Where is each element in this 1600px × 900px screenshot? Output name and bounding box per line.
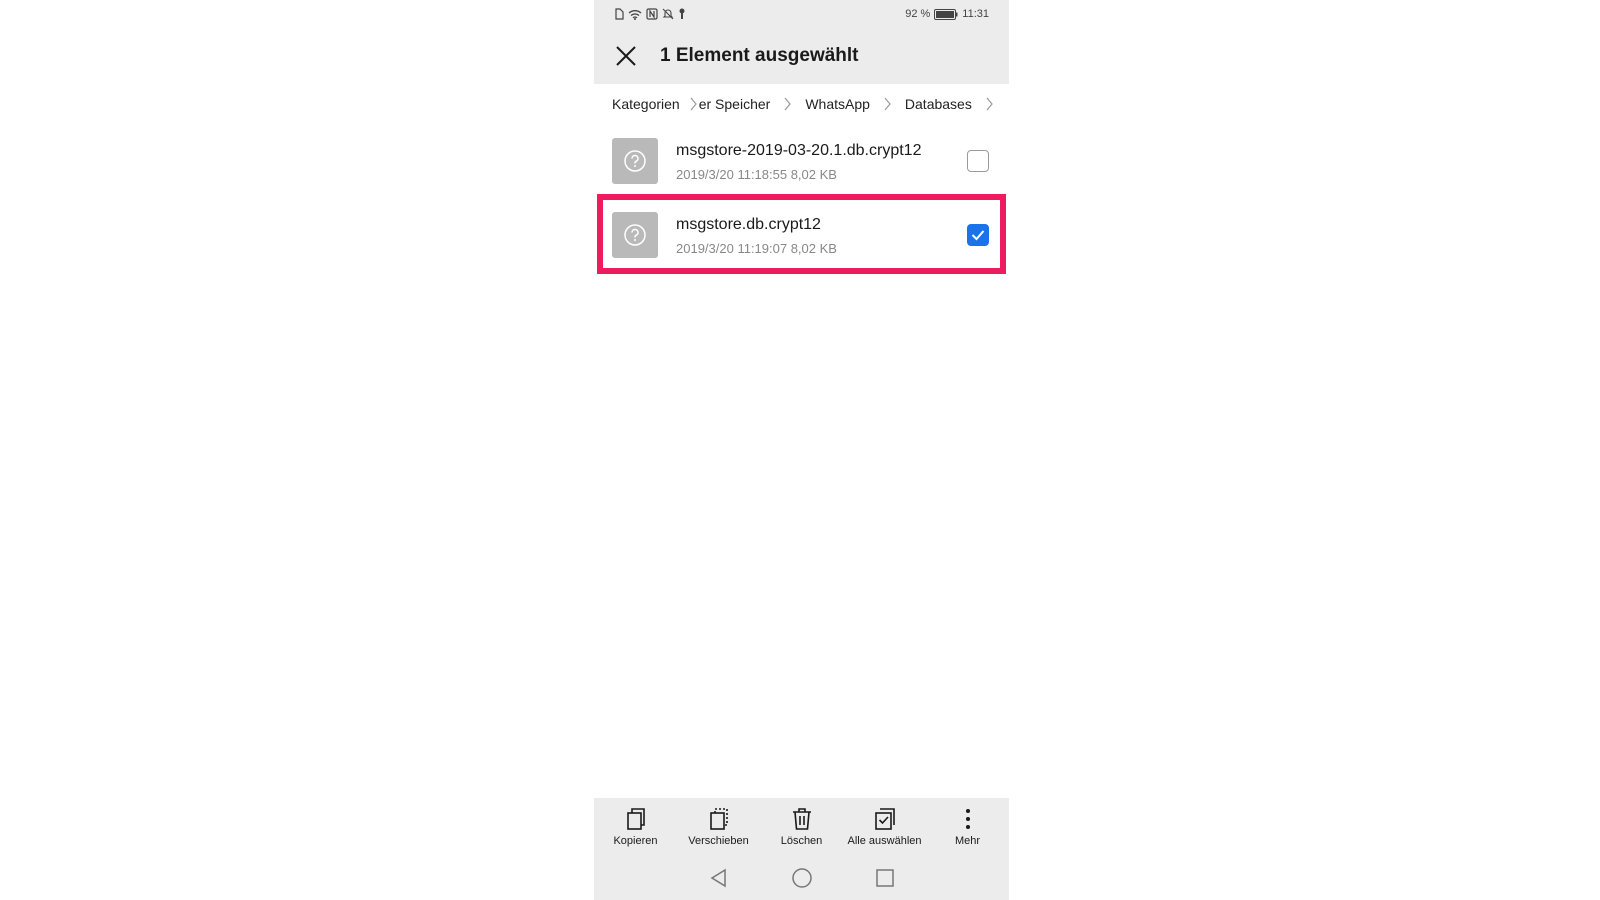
recents-icon [875,869,894,887]
file-meta: 2019/3/20 11:18:55 8,02 KB [676,166,837,182]
close-icon [616,46,636,66]
file-text: msgstore.db.crypt12 2019/3/20 11:19:07 8… [676,215,967,256]
action-bar: 1 Element ausgewählt [594,28,1009,84]
more-label: Mehr [954,835,981,847]
phone-screen: 92 % 11:31 1 Element ausgewählt Kategori… [594,0,1009,900]
checkmark-icon [971,230,985,241]
back-button[interactable] [709,868,729,888]
file-checkbox[interactable] [967,150,989,172]
copy-icon [626,808,645,830]
breadcrumb-item-speicher[interactable]: er Speicher [699,96,771,112]
navigation-bar [594,856,1009,900]
nfc-icon [646,8,658,20]
copy-button[interactable]: Kopieren [595,807,677,847]
select-all-button[interactable]: Alle auswählen [844,807,926,847]
select-all-label: Alle auswählen [847,835,922,847]
chevron-right-icon [986,97,993,111]
chevron-right-icon [884,97,891,111]
home-button[interactable] [791,867,813,889]
page-title: 1 Element ausgewählt [660,45,859,66]
status-icons-right: 92 % 11:31 [905,8,989,20]
file-checkbox[interactable] [967,224,989,246]
delete-label: Löschen [780,835,823,847]
unknown-file-icon [612,138,658,184]
breadcrumb-item-whatsapp[interactable]: WhatsApp [805,96,870,112]
copy-label: Kopieren [613,835,658,847]
delete-button[interactable]: Löschen [761,807,843,847]
back-icon [710,868,726,888]
select-all-icon [874,808,895,830]
breadcrumb-item-databases[interactable]: Databases [905,96,972,112]
file-name: msgstore-2019-03-20.1.db.crypt12 [676,141,922,159]
file-meta: 2019/3/20 11:19:07 8,02 KB [676,240,837,256]
battery-percent: 92 % [905,8,931,20]
sim-icon [614,8,624,20]
chevron-right-icon [784,97,792,111]
key-icon [678,8,686,20]
clock: 11:31 [962,8,989,20]
list-item[interactable]: msgstore.db.crypt12 2019/3/20 11:19:07 8… [594,201,1009,269]
move-button[interactable]: Verschieben [678,807,760,847]
breadcrumb: Kategorien er Speicher WhatsApp Database… [594,84,1009,124]
file-text: msgstore-2019-03-20.1.db.crypt12 2019/3/… [676,141,967,182]
move-icon [709,808,728,830]
battery-icon [934,8,958,20]
file-name: msgstore.db.crypt12 [676,215,821,233]
bottom-toolbar: Kopieren Verschieben Löschen Alle auswäh… [594,798,1009,856]
mute-icon [662,8,674,20]
list-item[interactable]: msgstore-2019-03-20.1.db.crypt12 2019/3/… [594,127,1009,195]
unknown-file-icon [612,212,658,258]
more-icon [965,809,970,829]
move-label: Verschieben [688,835,749,847]
recents-button[interactable] [875,868,895,888]
more-button[interactable]: Mehr [927,807,1009,847]
delete-icon [792,808,811,830]
breadcrumb-item-kategorien[interactable]: Kategorien [612,96,680,112]
status-icons-left [614,8,686,20]
home-icon [791,868,812,888]
status-bar: 92 % 11:31 [594,0,1009,28]
close-button[interactable] [612,42,640,70]
chevron-right-icon [690,97,697,111]
wifi-icon [628,9,642,20]
